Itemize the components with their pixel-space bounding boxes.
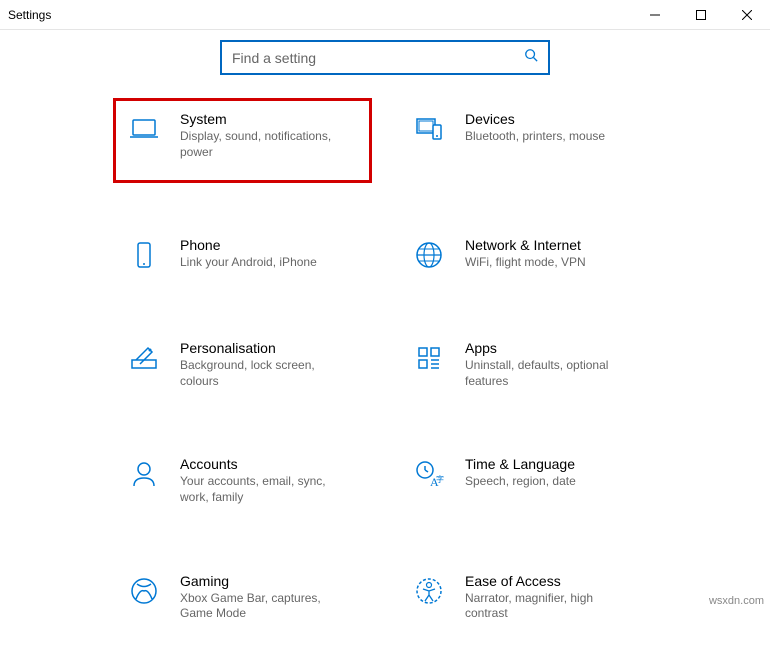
window-controls (632, 0, 770, 30)
category-title: Time & Language (465, 456, 576, 472)
category-desc: Xbox Game Bar, captures, Game Mode (180, 591, 350, 622)
category-gaming[interactable]: Gaming Xbox Game Bar, captures, Game Mod… (120, 567, 365, 628)
category-phone[interactable]: Phone Link your Android, iPhone (120, 231, 365, 279)
watermark: wsxdn.com (709, 595, 764, 607)
devices-icon (411, 111, 447, 147)
laptop-icon (126, 111, 162, 147)
categories-grid: System Display, sound, notifications, po… (0, 105, 770, 668)
category-desc: Bluetooth, printers, mouse (465, 129, 605, 145)
category-title: System (180, 111, 350, 127)
category-personalisation[interactable]: Personalisation Background, lock screen,… (120, 334, 365, 395)
category-time-language[interactable]: A字 Time & Language Speech, region, date (405, 450, 650, 511)
category-desc: WiFi, flight mode, VPN (465, 255, 586, 271)
category-apps[interactable]: Apps Uninstall, defaults, optional featu… (405, 334, 650, 395)
category-desc: Narrator, magnifier, high contrast (465, 591, 635, 622)
category-desc: Link your Android, iPhone (180, 255, 317, 271)
category-title: Personalisation (180, 340, 350, 356)
close-button[interactable] (724, 0, 770, 30)
category-desc: Uninstall, defaults, optional features (465, 358, 635, 389)
category-accounts[interactable]: Accounts Your accounts, email, sync, wor… (120, 450, 365, 511)
category-desc: Your accounts, email, sync, work, family (180, 474, 350, 505)
time-language-icon: A字 (411, 456, 447, 492)
phone-icon (126, 237, 162, 273)
category-title: Phone (180, 237, 317, 253)
ease-of-access-icon (411, 573, 447, 609)
category-devices[interactable]: Devices Bluetooth, printers, mouse (405, 105, 650, 176)
apps-icon (411, 340, 447, 376)
category-title: Ease of Access (465, 573, 635, 589)
search-input[interactable] (232, 50, 524, 66)
category-title: Devices (465, 111, 605, 127)
globe-icon (411, 237, 447, 273)
category-desc: Display, sound, notifications, power (180, 129, 350, 160)
person-icon (126, 456, 162, 492)
svg-text:字: 字 (436, 474, 444, 484)
window-title: Settings (8, 8, 51, 22)
category-network[interactable]: Network & Internet WiFi, flight mode, VP… (405, 231, 650, 279)
category-title: Gaming (180, 573, 350, 589)
titlebar: Settings (0, 0, 770, 30)
search-icon (524, 48, 538, 67)
category-title: Network & Internet (465, 237, 586, 253)
search-box[interactable] (220, 40, 550, 75)
minimize-button[interactable] (632, 0, 678, 30)
category-title: Accounts (180, 456, 350, 472)
paintbrush-icon (126, 340, 162, 376)
category-desc: Speech, region, date (465, 474, 576, 490)
search-wrap (0, 30, 770, 105)
xbox-icon (126, 573, 162, 609)
category-ease-of-access[interactable]: Ease of Access Narrator, magnifier, high… (405, 567, 650, 628)
category-system[interactable]: System Display, sound, notifications, po… (113, 98, 372, 183)
category-desc: Background, lock screen, colours (180, 358, 350, 389)
category-title: Apps (465, 340, 635, 356)
maximize-button[interactable] (678, 0, 724, 30)
